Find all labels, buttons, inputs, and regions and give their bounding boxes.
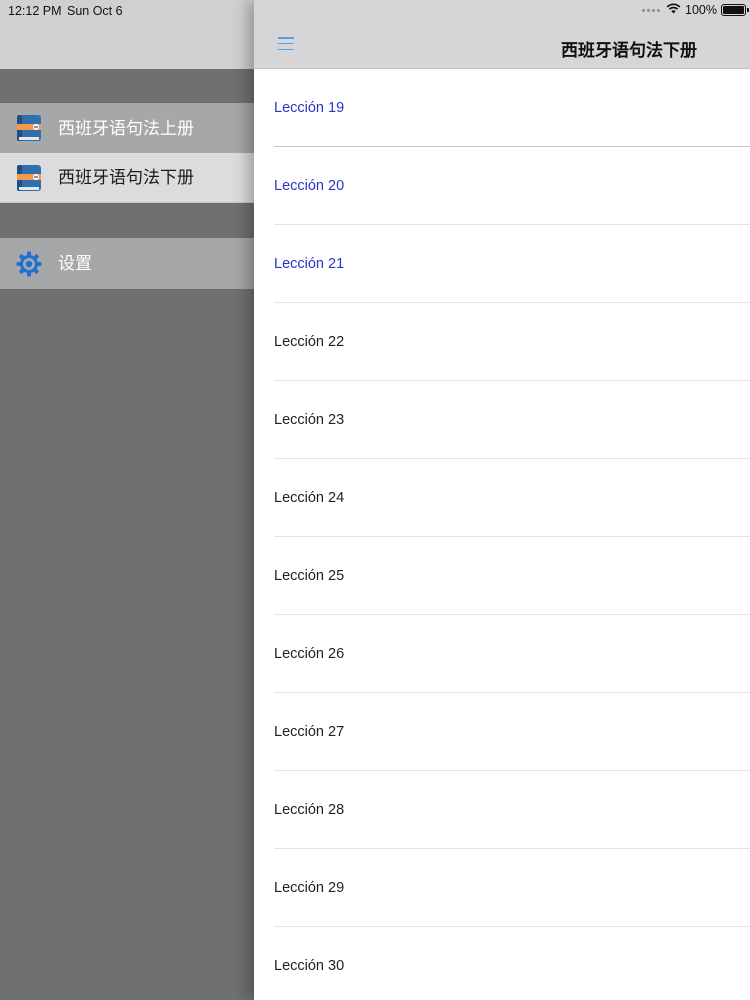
lesson-row[interactable]: Lección 27 — [254, 693, 750, 771]
lesson-row[interactable]: Lección 20 — [254, 147, 750, 225]
app-screen: 12:12 PM Sun Oct 6 100% 西班牙语句法上册 西班牙语句法下… — [0, 0, 750, 1000]
lesson-row[interactable]: Lección 28 — [254, 771, 750, 849]
multitasking-dots-icon — [642, 8, 661, 12]
status-time: 12:12 PM — [8, 4, 62, 18]
lesson-label: Lección 22 — [274, 334, 345, 350]
lesson-label: Lección 29 — [274, 880, 345, 896]
lesson-list-panel: 西班牙语句法下册 Lección 19 Lección 20 Lección 21 L… — [254, 0, 750, 1000]
book-icon — [14, 113, 44, 143]
lesson-row[interactable]: Lección 26 — [254, 615, 750, 693]
hamburger-menu-icon[interactable] — [278, 37, 294, 50]
lesson-list: Lección 19 Lección 20 Lección 21 Lección 22… — [254, 69, 750, 1000]
menu-item-label: 西班牙语句法上册 — [58, 118, 194, 138]
lesson-row[interactable]: Lección 23 — [254, 381, 750, 459]
lesson-label: Lección 24 — [274, 490, 345, 506]
menu-item-spanish-syntax-volume-2[interactable]: 西班牙语句法下册 — [0, 153, 254, 203]
lesson-label: Lección 30 — [274, 958, 345, 974]
status-date: Sun Oct 6 — [67, 4, 123, 18]
lesson-row[interactable]: Lección 19 — [254, 69, 750, 147]
lesson-label: Lección 26 — [274, 646, 345, 662]
side-menu: 西班牙语句法上册 西班牙语句法下册 设置 — [0, 0, 254, 1000]
menu-item-settings[interactable]: 设置 — [0, 238, 254, 289]
lesson-row[interactable]: Lección 21 — [254, 225, 750, 303]
menu-item-label: 西班牙语句法下册 — [58, 168, 194, 187]
battery-percentage: 100% — [685, 3, 717, 17]
lesson-row[interactable]: Lección 25 — [254, 537, 750, 615]
gear-icon — [14, 249, 44, 279]
status-indicators: 100% — [642, 3, 749, 17]
lesson-label: Lección 20 — [274, 178, 345, 194]
menu-item-spanish-syntax-volume-1[interactable]: 西班牙语句法上册 — [0, 103, 254, 153]
lesson-row[interactable]: Lección 24 — [254, 459, 750, 537]
lesson-label: Lección 21 — [274, 256, 345, 272]
lesson-label: Lección 19 — [274, 100, 345, 116]
wifi-icon — [666, 3, 681, 17]
battery-icon — [721, 4, 749, 16]
menu-item-label: 设置 — [58, 254, 92, 273]
lesson-label: Lección 28 — [274, 802, 345, 818]
book-icon — [14, 163, 44, 193]
page-title: 西班牙语句法下册 — [561, 41, 697, 60]
lesson-row[interactable]: Lección 29 — [254, 849, 750, 927]
lesson-label: Lección 23 — [274, 412, 345, 428]
lesson-label: Lección 25 — [274, 568, 345, 584]
lesson-row[interactable]: Lección 30 — [254, 927, 750, 1000]
lesson-label: Lección 27 — [274, 724, 345, 740]
lesson-row[interactable]: Lección 22 — [254, 303, 750, 381]
status-bar: 12:12 PM Sun Oct 6 100% — [0, 0, 750, 22]
